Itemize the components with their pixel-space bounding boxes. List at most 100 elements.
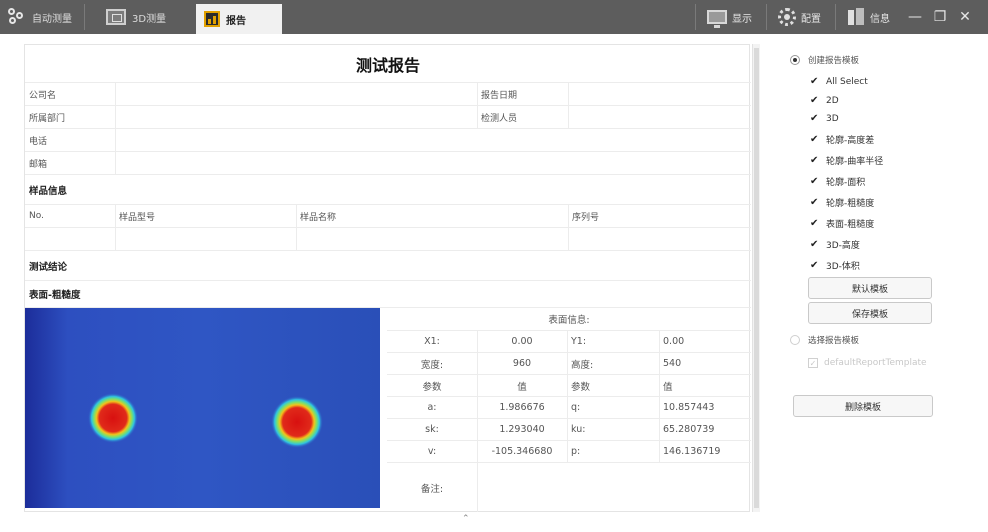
tab-report[interactable]: 报告 bbox=[196, 4, 282, 34]
surface-stats-table: 表面信息: X1: 0.00 Y1: 0.00 宽度: 960 高度: 540 参数 值 参数 值 a:… bbox=[387, 308, 751, 513]
template-item-checkbox[interactable]: ✔ 2D bbox=[810, 95, 839, 106]
default-template-button[interactable]: 默认模板 bbox=[808, 277, 932, 299]
surface-title: 表面-粗糙度 bbox=[29, 290, 81, 301]
auto-measure-icon bbox=[8, 8, 26, 26]
radio-on-icon bbox=[790, 55, 800, 65]
checkbox-label: 3D bbox=[826, 113, 839, 124]
stats-row: v: -105.346680 p: 146.136719 bbox=[387, 440, 751, 462]
tab-label: 自动测量 bbox=[32, 13, 72, 25]
conclusion-row: 测试结论 bbox=[25, 251, 751, 281]
stats-cell: 参数 bbox=[571, 381, 591, 393]
restore-icon: ❐ bbox=[933, 9, 947, 25]
tab-label: 3D测量 bbox=[132, 13, 167, 25]
top-toolbar: 自动测量 3D测量 报告 显示 配置 信息 — ❐ ✕ bbox=[0, 0, 988, 34]
scroll-down-arrow-icon[interactable]: ⌃ bbox=[462, 514, 470, 524]
report-info-row: 所属部门 检测人员 bbox=[25, 106, 751, 129]
checkbox-label: 轮廓-面积 bbox=[826, 178, 866, 188]
close-icon: ✕ bbox=[959, 9, 971, 25]
info-icon bbox=[847, 8, 865, 26]
radio-off-icon bbox=[790, 335, 800, 345]
template-item-checkbox[interactable]: ✔ 3D-高度 bbox=[810, 238, 860, 251]
report-info-row: 公司名 报告日期 bbox=[25, 83, 751, 106]
checkmark-icon: ✔ bbox=[810, 239, 819, 250]
tab-label: 报告 bbox=[226, 15, 246, 27]
toolbar-divider bbox=[835, 4, 836, 30]
checkmark-icon: ✔ bbox=[810, 95, 819, 106]
stats-cell: Y1: bbox=[571, 336, 587, 347]
stats-cell: 0.00 bbox=[511, 336, 533, 347]
stats-cell: 宽度: bbox=[420, 359, 444, 371]
checkbox-label: 3D-体积 bbox=[826, 262, 860, 272]
stats-cell: 1.986676 bbox=[499, 402, 545, 413]
email-label: 邮箱 bbox=[29, 159, 48, 170]
stats-cell: 高度: bbox=[571, 359, 594, 371]
stats-cell: 960 bbox=[512, 358, 532, 369]
checkbox-label: 3D-高度 bbox=[826, 241, 860, 251]
checkmark-icon: ✔ bbox=[810, 76, 819, 87]
report-info-row: 电话 bbox=[25, 129, 751, 152]
info-button[interactable]: 信息 bbox=[837, 4, 899, 30]
close-button[interactable]: ✕ bbox=[954, 6, 976, 28]
department-label: 所属部门 bbox=[29, 113, 66, 124]
minimize-icon: — bbox=[908, 9, 922, 25]
info-label: 信息 bbox=[870, 13, 890, 25]
tab-divider bbox=[84, 4, 85, 30]
stats-cell: -105.346680 bbox=[491, 446, 553, 457]
template-item-checkbox[interactable]: ✔ 3D-体积 bbox=[810, 259, 860, 272]
delete-template-button[interactable]: 删除模板 bbox=[793, 395, 933, 417]
template-option-checkbox[interactable]: ✓ defaultReportTemplate bbox=[808, 358, 927, 368]
checkbox-label: 表面-粗糙度 bbox=[826, 220, 875, 230]
vertical-scrollbar[interactable] bbox=[752, 44, 760, 512]
display-button[interactable]: 显示 bbox=[697, 4, 765, 30]
sample-col-name: 样品名称 bbox=[300, 212, 337, 223]
restore-button[interactable]: ❐ bbox=[929, 6, 951, 28]
checkmark-icon: ✔ bbox=[810, 113, 819, 124]
stats-cell: q: bbox=[571, 402, 581, 413]
save-template-button[interactable]: 保存模板 bbox=[808, 302, 932, 324]
sample-col-serial: 序列号 bbox=[572, 212, 600, 223]
report-preview[interactable]: 测试报告 公司名 报告日期 所属部门 检测人员 电话 邮箱 样品信息 No. 样… bbox=[24, 44, 751, 513]
checkbox-label: All Select bbox=[826, 76, 868, 87]
stats-cell: sk: bbox=[425, 424, 439, 435]
report-date-label: 报告日期 bbox=[481, 90, 518, 101]
stats-cell: a: bbox=[427, 402, 437, 413]
stats-row: 宽度: 960 高度: 540 bbox=[387, 352, 751, 374]
checkbox-label: 2D bbox=[826, 95, 839, 106]
sample-header-row: No. 样品型号 样品名称 序列号 bbox=[25, 205, 751, 228]
tab-3d-measure[interactable]: 3D测量 bbox=[98, 4, 188, 30]
template-item-checkbox[interactable]: ✔ 轮廓-曲率半径 bbox=[810, 154, 883, 167]
toolbar-divider bbox=[695, 4, 696, 30]
checkbox-label: 轮廓-高度差 bbox=[826, 136, 875, 146]
checkmark-icon: ✔ bbox=[810, 197, 819, 208]
select-template-radio[interactable]: 选择报告模板 bbox=[790, 334, 859, 346]
stats-cell: 146.136719 bbox=[663, 446, 721, 457]
sample-col-no: No. bbox=[29, 211, 44, 221]
checkmark-icon: ✔ bbox=[810, 218, 819, 229]
stats-cell: 10.857443 bbox=[663, 402, 715, 413]
checkbox-label: 轮廓-粗糙度 bbox=[826, 199, 875, 209]
template-option-label: defaultReportTemplate bbox=[824, 358, 927, 368]
create-template-radio[interactable]: 创建报告模板 bbox=[790, 54, 859, 66]
minimize-button[interactable]: — bbox=[904, 6, 926, 28]
conclusion-title: 测试结论 bbox=[29, 261, 68, 273]
config-button[interactable]: 配置 bbox=[768, 4, 834, 30]
stats-header-row: 表面信息: bbox=[387, 308, 751, 330]
checkmark-icon: ✔ bbox=[810, 155, 819, 166]
template-item-checkbox[interactable]: ✔ 轮廓-高度差 bbox=[810, 133, 874, 146]
report-icon bbox=[204, 11, 220, 27]
tab-auto-measure[interactable]: 自动测量 bbox=[0, 4, 82, 30]
template-item-checkbox[interactable]: ✔ 3D bbox=[810, 113, 839, 124]
template-item-checkbox[interactable]: ✔ All Select bbox=[810, 76, 868, 87]
checkmark-icon: ✔ bbox=[810, 260, 819, 271]
checkmark-icon: ✔ bbox=[810, 134, 819, 145]
stats-cell: 值 bbox=[663, 381, 673, 393]
template-item-checkbox[interactable]: ✔ 轮廓-粗糙度 bbox=[810, 196, 874, 209]
sample-section-row: 样品信息 bbox=[25, 175, 751, 205]
stats-cell: 0.00 bbox=[663, 336, 685, 347]
monitor-icon bbox=[707, 10, 727, 28]
template-item-checkbox[interactable]: ✔ 轮廓-面积 bbox=[810, 175, 865, 188]
hot-spot bbox=[271, 396, 323, 448]
display-label: 显示 bbox=[732, 13, 752, 25]
stats-header: 表面信息: bbox=[548, 315, 590, 326]
template-item-checkbox[interactable]: ✔ 表面-粗糙度 bbox=[810, 217, 874, 230]
